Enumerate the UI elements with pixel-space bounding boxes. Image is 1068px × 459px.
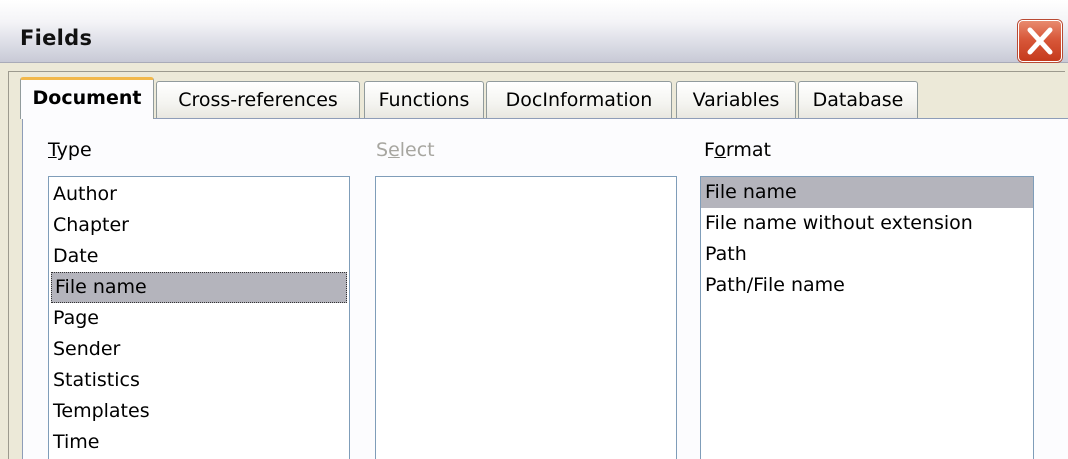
title-bar[interactable]: Fields <box>0 0 1068 63</box>
list-item[interactable]: Date <box>49 241 349 272</box>
fields-dialog: Fields Document Cross-references Functio… <box>0 0 1068 459</box>
list-item[interactable]: File name <box>51 272 347 303</box>
format-listbox[interactable]: File name File name without extension Pa… <box>700 176 1034 459</box>
type-listbox[interactable]: Author Chapter Date File name Page Sende… <box>48 176 350 459</box>
list-item[interactable]: Statistics <box>49 365 349 396</box>
close-icon <box>1027 27 1053 55</box>
tab-cross-references[interactable]: Cross-references <box>156 81 360 118</box>
list-item[interactable]: Path/File name <box>701 270 1033 301</box>
close-button[interactable] <box>1018 20 1062 62</box>
list-item[interactable]: Path <box>701 239 1033 270</box>
tab-docinformation[interactable]: DocInformation <box>486 81 672 118</box>
list-item[interactable]: Page <box>49 303 349 334</box>
tab-document[interactable]: Document <box>20 77 154 119</box>
select-listbox[interactable] <box>375 176 677 459</box>
tab-variables[interactable]: Variables <box>676 81 796 118</box>
list-item[interactable]: Chapter <box>49 210 349 241</box>
list-item[interactable]: File name without extension <box>701 208 1033 239</box>
tab-database[interactable]: Database <box>798 81 918 118</box>
list-item[interactable]: Author <box>49 179 349 210</box>
list-item[interactable]: Time <box>49 427 349 458</box>
list-item[interactable]: Templates <box>49 396 349 427</box>
type-label: Type <box>48 139 92 161</box>
tab-functions[interactable]: Functions <box>364 81 484 118</box>
dialog-title: Fields <box>20 26 93 50</box>
list-item[interactable]: Sender <box>49 334 349 365</box>
list-item[interactable]: File name <box>701 177 1033 208</box>
select-label: Select <box>376 139 435 161</box>
format-label: Format <box>704 139 771 161</box>
